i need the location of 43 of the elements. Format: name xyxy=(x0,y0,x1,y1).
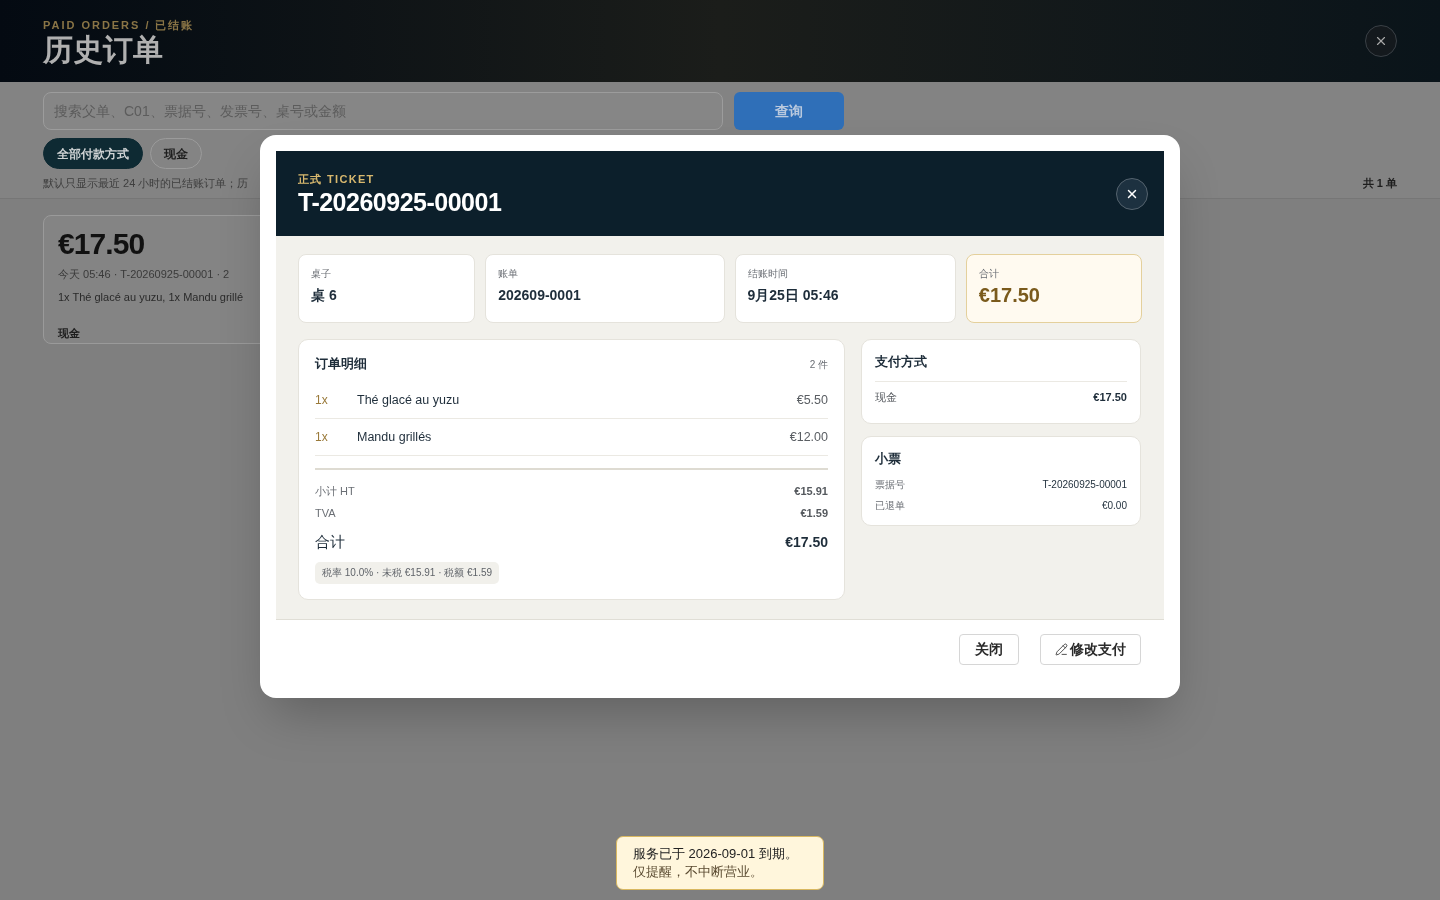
summary-label: 合计 xyxy=(978,267,999,281)
receipt-value: T-20260925-00001 xyxy=(1042,478,1127,492)
dialog-eyebrow: 正式 TICKET xyxy=(298,171,376,186)
order-meta: 今天 05:46 · T-20260925-00001 · 2 xyxy=(58,267,230,282)
total-value: €1.59 xyxy=(800,505,828,521)
item-price: €12.00 xyxy=(789,428,828,446)
dialog-title: T-20260925-00001 xyxy=(298,186,502,218)
total-label: 小计 HT xyxy=(315,483,355,499)
item-quantity: 1x xyxy=(315,429,329,446)
receipt-label: 票据号 xyxy=(875,478,905,492)
page-eyebrow: PAID ORDERS / 已结账 xyxy=(43,18,195,32)
order-count: 共 1 单 xyxy=(1362,175,1397,191)
order-payment: 现金 xyxy=(58,326,80,341)
notice-text: 仅提醒，不中断营业。 xyxy=(633,863,763,881)
page-title: 历史订单 xyxy=(43,32,164,68)
total-value: €17.50 xyxy=(785,532,828,552)
payment-method: 现金 xyxy=(875,389,897,405)
receipt-label: 已退单 xyxy=(875,499,905,513)
order-total: €17.50 xyxy=(58,226,145,262)
tax-note: 税率 10.0% · 未税 €15.91 · 税额 €1.59 xyxy=(315,562,500,584)
item-price: €5.50 xyxy=(796,391,828,409)
payment-title: 支付方式 xyxy=(875,353,927,371)
summary-value: 9月25日 05:46 xyxy=(747,286,839,305)
item-name: Mandu grillés xyxy=(357,428,433,446)
total-value: €15.91 xyxy=(794,483,828,499)
details-title: 订单明细 xyxy=(315,355,367,374)
summary-value: €17.50 xyxy=(978,283,1040,308)
total-label: 合计 xyxy=(315,531,345,552)
item-quantity: 1x xyxy=(315,392,329,409)
notice-text: 服务已于 2026-09-01 到期。 xyxy=(633,845,798,863)
item-name: Thé glacé au yuzu xyxy=(357,391,461,409)
item-count: 2 件 xyxy=(809,357,828,372)
total-label: TVA xyxy=(315,505,336,521)
receipt-value: €0.00 xyxy=(1101,499,1127,513)
summary-label: 账单 xyxy=(498,267,519,281)
receipt-title: 小票 xyxy=(875,450,901,468)
hint-text: 默认只显示最近 24 小时的已结账订单；历 xyxy=(43,175,249,191)
summary-label: 结账时间 xyxy=(747,267,788,281)
order-items: 1x Thé glacé au yuzu, 1x Mandu grillé xyxy=(58,289,244,305)
payment-amount: €17.50 xyxy=(1093,389,1127,405)
summary-value: 桌 6 xyxy=(311,286,337,305)
summary-value: 202609-0001 xyxy=(498,286,581,305)
summary-label: 桌子 xyxy=(311,267,331,281)
